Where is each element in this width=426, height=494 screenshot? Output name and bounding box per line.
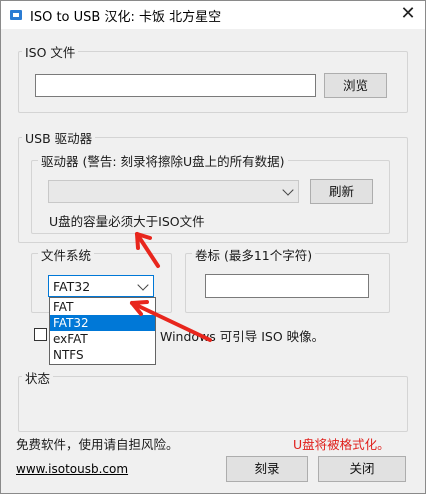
annotation-arrows [130, 232, 212, 342]
annotation-arrow-fat32 [130, 300, 212, 342]
annotation-arrow-capacity [135, 232, 160, 268]
